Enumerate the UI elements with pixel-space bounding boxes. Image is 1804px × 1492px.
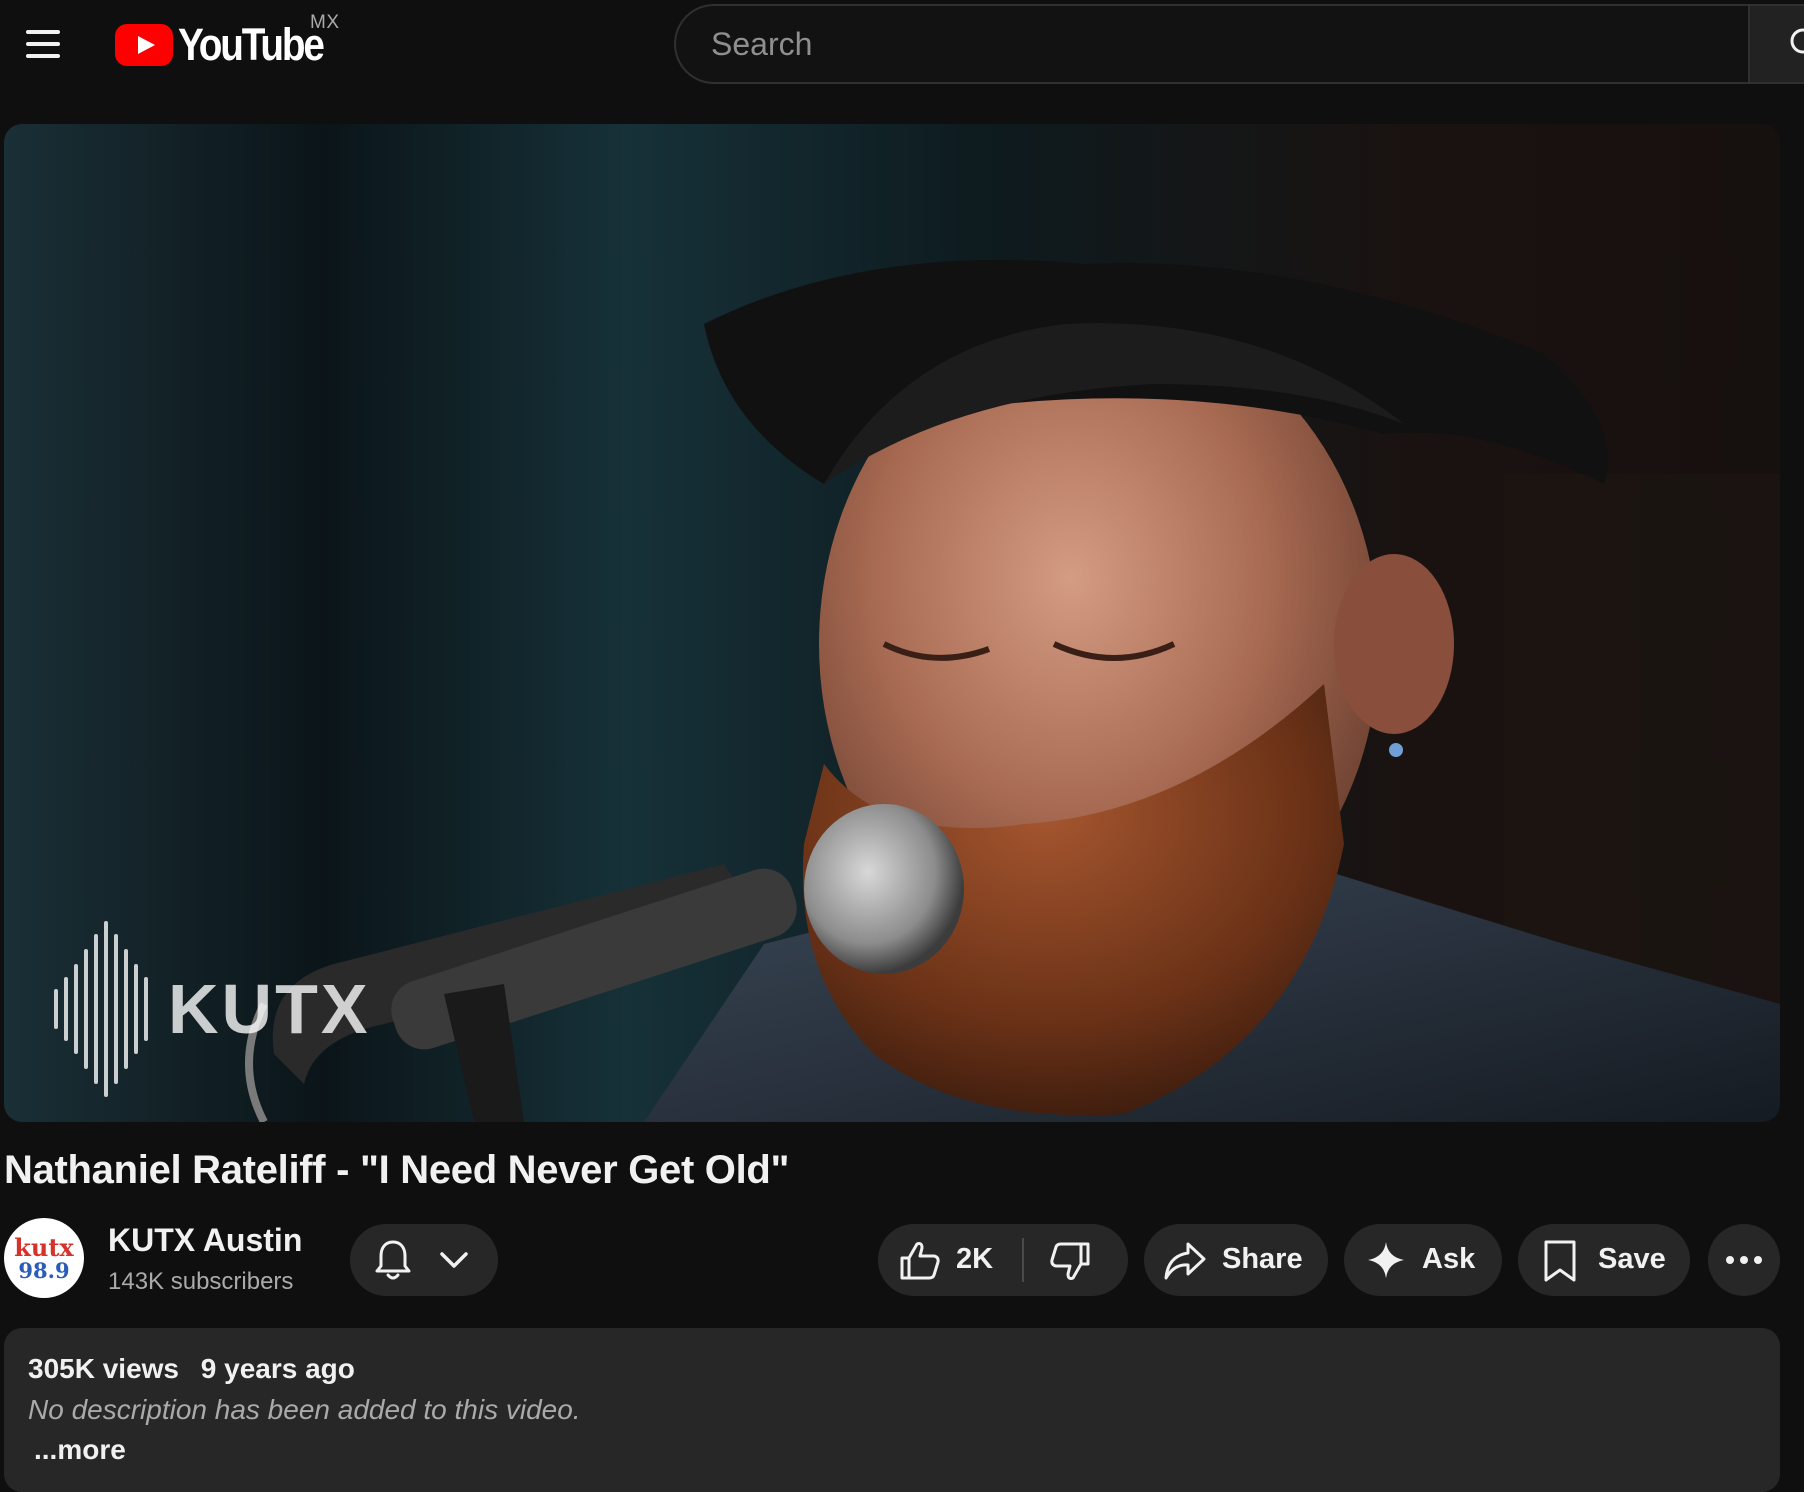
chevron-down-icon — [440, 1252, 468, 1268]
bell-icon — [375, 1240, 411, 1280]
save-label: Save — [1598, 1243, 1666, 1275]
top-bar: YouTube MX — [0, 0, 1804, 92]
kutx-watermark: KUTX — [54, 919, 371, 1099]
logo-text: YouTube — [178, 19, 325, 70]
dislike-button[interactable] — [1024, 1224, 1128, 1296]
video-title: Nathaniel Rateliff - "I Need Never Get O… — [4, 1148, 790, 1192]
subscriber-count: 143K subscribers — [108, 1268, 294, 1295]
avatar-logo-bottom: 98.9 — [18, 1258, 70, 1283]
bookmark-icon — [1544, 1240, 1576, 1282]
share-label: Share — [1222, 1243, 1303, 1275]
save-button[interactable]: Save — [1518, 1224, 1690, 1296]
region-code: MX — [310, 12, 340, 33]
waveform-icon — [54, 919, 148, 1099]
search-box — [674, 4, 1748, 84]
sparkle-icon — [1368, 1242, 1404, 1278]
avatar-logo-top: kutx — [14, 1233, 74, 1262]
youtube-play-icon — [115, 24, 173, 66]
share-arrow-icon — [1164, 1242, 1206, 1280]
like-button[interactable]: 2K — [878, 1224, 1022, 1296]
notifications-button[interactable] — [350, 1224, 498, 1296]
description-box[interactable]: 305K views 9 years ago No description ha… — [4, 1328, 1780, 1492]
like-dislike-group: 2K — [878, 1224, 1128, 1296]
more-horizontal-icon — [1726, 1256, 1762, 1264]
show-more-link[interactable]: ...more — [34, 1434, 126, 1466]
more-actions-button[interactable] — [1708, 1224, 1780, 1296]
video-player[interactable]: KUTX — [4, 124, 1780, 1122]
description-meta: 305K views 9 years ago — [28, 1353, 355, 1385]
ask-button[interactable]: Ask — [1344, 1224, 1502, 1296]
search-icon — [1790, 28, 1804, 54]
channel-name[interactable]: KUTX Austin — [108, 1222, 302, 1259]
share-button[interactable]: Share — [1144, 1224, 1328, 1296]
upload-age: 9 years ago — [200, 1353, 355, 1384]
like-count: 2K — [956, 1243, 994, 1275]
search-button[interactable] — [1748, 4, 1804, 84]
description-text: No description has been added to this vi… — [28, 1394, 581, 1425]
hamburger-menu-icon[interactable] — [22, 26, 62, 62]
thumbs-down-icon — [1050, 1242, 1090, 1280]
watermark-text: KUTX — [168, 970, 371, 1048]
search-input[interactable] — [709, 24, 1748, 64]
view-count: 305K views — [28, 1353, 179, 1384]
channel-avatar[interactable]: kutx 98.9 — [4, 1218, 84, 1298]
thumbs-up-icon — [900, 1242, 940, 1280]
ask-label: Ask — [1422, 1243, 1476, 1275]
